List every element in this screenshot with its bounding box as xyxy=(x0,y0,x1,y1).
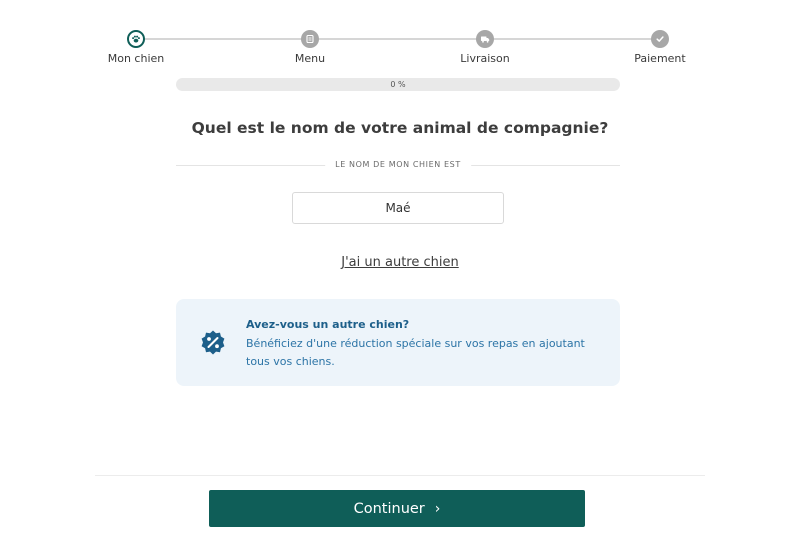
multi-dog-info-box: Avez-vous un autre chien? Bénéficiez d'u… xyxy=(176,299,620,386)
check-icon xyxy=(656,36,664,42)
other-dog-link-wrap: J'ai un autre chien xyxy=(0,251,800,270)
step-paiement[interactable]: Paiement xyxy=(615,30,705,65)
chevron-right-icon: › xyxy=(434,500,441,517)
paw-icon xyxy=(132,35,140,43)
page-title: Quel est le nom de votre animal de compa… xyxy=(191,119,609,137)
info-body: Bénéficiez d'une réduction spéciale sur … xyxy=(246,337,585,368)
step-mon-chien[interactable]: Mon chien xyxy=(91,30,181,65)
step-label: Menu xyxy=(294,52,326,65)
field-label: LE NOM DE MON CHIEN EST xyxy=(325,158,471,172)
step-label: Livraison xyxy=(460,52,510,65)
step-label: Paiement xyxy=(634,52,686,65)
progress-bar: 0 % xyxy=(176,78,620,91)
step-label: Mon chien xyxy=(107,52,165,65)
discount-badge-icon xyxy=(201,330,225,355)
dog-name-input[interactable] xyxy=(292,192,504,224)
footer-divider xyxy=(95,475,705,476)
continue-label: Continuer xyxy=(353,500,425,517)
menu-icon xyxy=(306,34,314,44)
other-dog-link[interactable]: J'ai un autre chien xyxy=(341,255,458,270)
step-menu[interactable]: Menu xyxy=(265,30,355,65)
step-dot xyxy=(301,30,319,48)
step-dot xyxy=(476,30,494,48)
truck-icon xyxy=(481,36,490,43)
step-livraison[interactable]: Livraison xyxy=(440,30,530,65)
info-title: Avez-vous un autre chien? xyxy=(246,318,410,331)
continue-button[interactable]: Continuer › xyxy=(209,490,585,527)
step-dot-active xyxy=(127,30,145,48)
field-label-divider: LE NOM DE MON CHIEN EST xyxy=(176,158,620,172)
checkout-stepper: Mon chien Menu Livraison Paiement xyxy=(0,30,800,70)
progress-label: 0 % xyxy=(390,80,406,89)
step-dot xyxy=(651,30,669,48)
stepper-track xyxy=(136,38,660,40)
